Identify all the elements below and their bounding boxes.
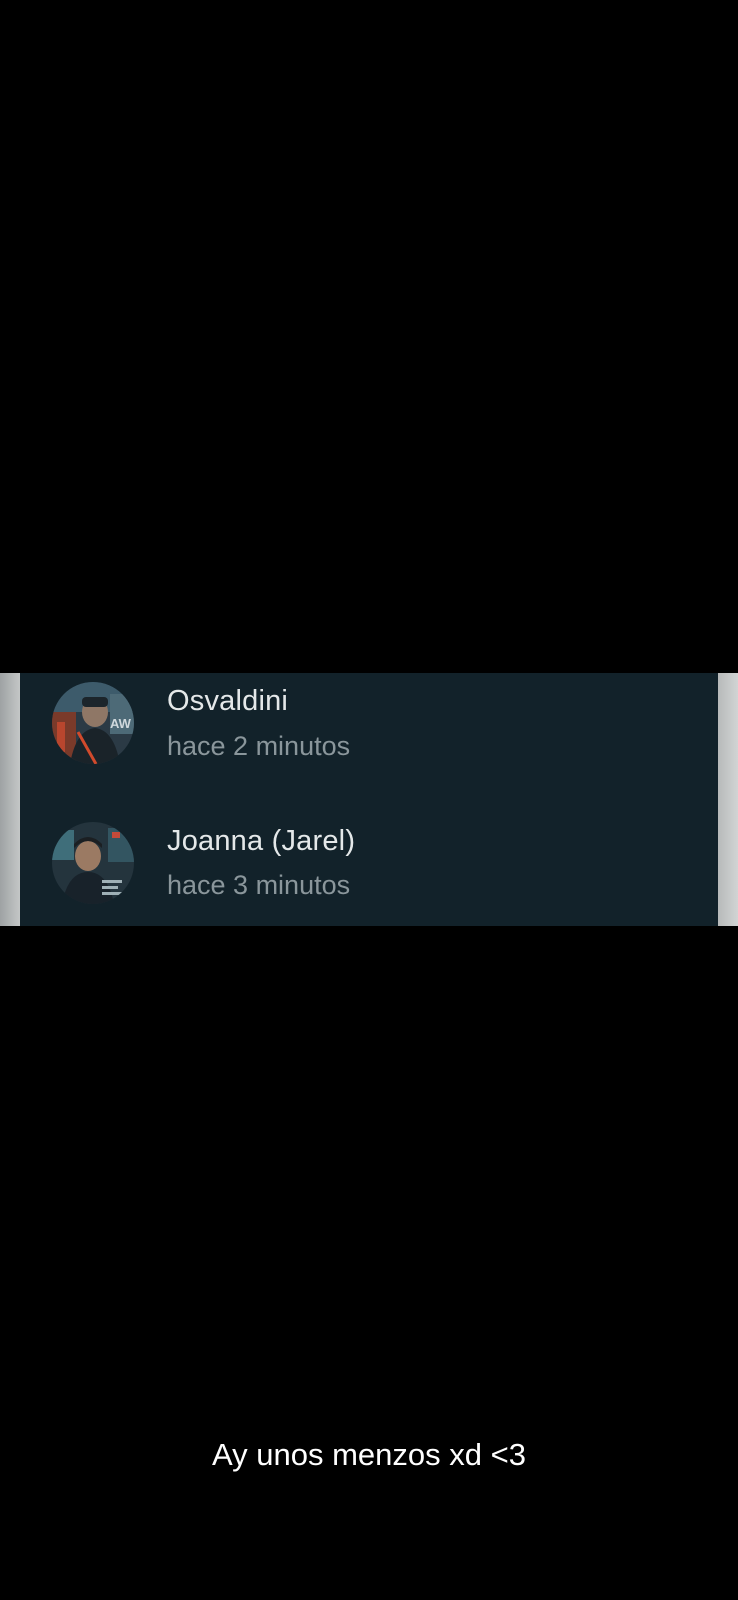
story-canvas: AW Osvaldini hace 2 minutos Joanna (Jare… [0, 0, 738, 1600]
avatar[interactable]: AW [52, 682, 134, 764]
story-caption: Ay unos menzos xd <3 [212, 1437, 526, 1472]
viewer-item[interactable]: AW Osvaldini hace 2 minutos [20, 673, 718, 813]
avatar[interactable] [52, 822, 134, 904]
viewer-name: Osvaldini [167, 685, 289, 717]
svg-text:AW: AW [110, 716, 132, 731]
viewer-name: Joanna (Jarel) [167, 825, 356, 857]
profile-photo-icon: AW [52, 682, 134, 764]
viewer-time: hace 2 minutos [167, 731, 351, 761]
viewer-list: AW Osvaldini hace 2 minutos Joanna (Jare… [20, 673, 718, 926]
viewer-item[interactable]: Joanna (Jarel) hace 3 minutos [20, 813, 718, 926]
viewer-time: hace 3 minutos [167, 870, 351, 900]
screenshot-strip: AW Osvaldini hace 2 minutos Joanna (Jare… [0, 673, 738, 926]
profile-photo-icon [52, 822, 134, 904]
strip-left-edge [0, 673, 20, 926]
strip-right-edge [718, 673, 738, 926]
